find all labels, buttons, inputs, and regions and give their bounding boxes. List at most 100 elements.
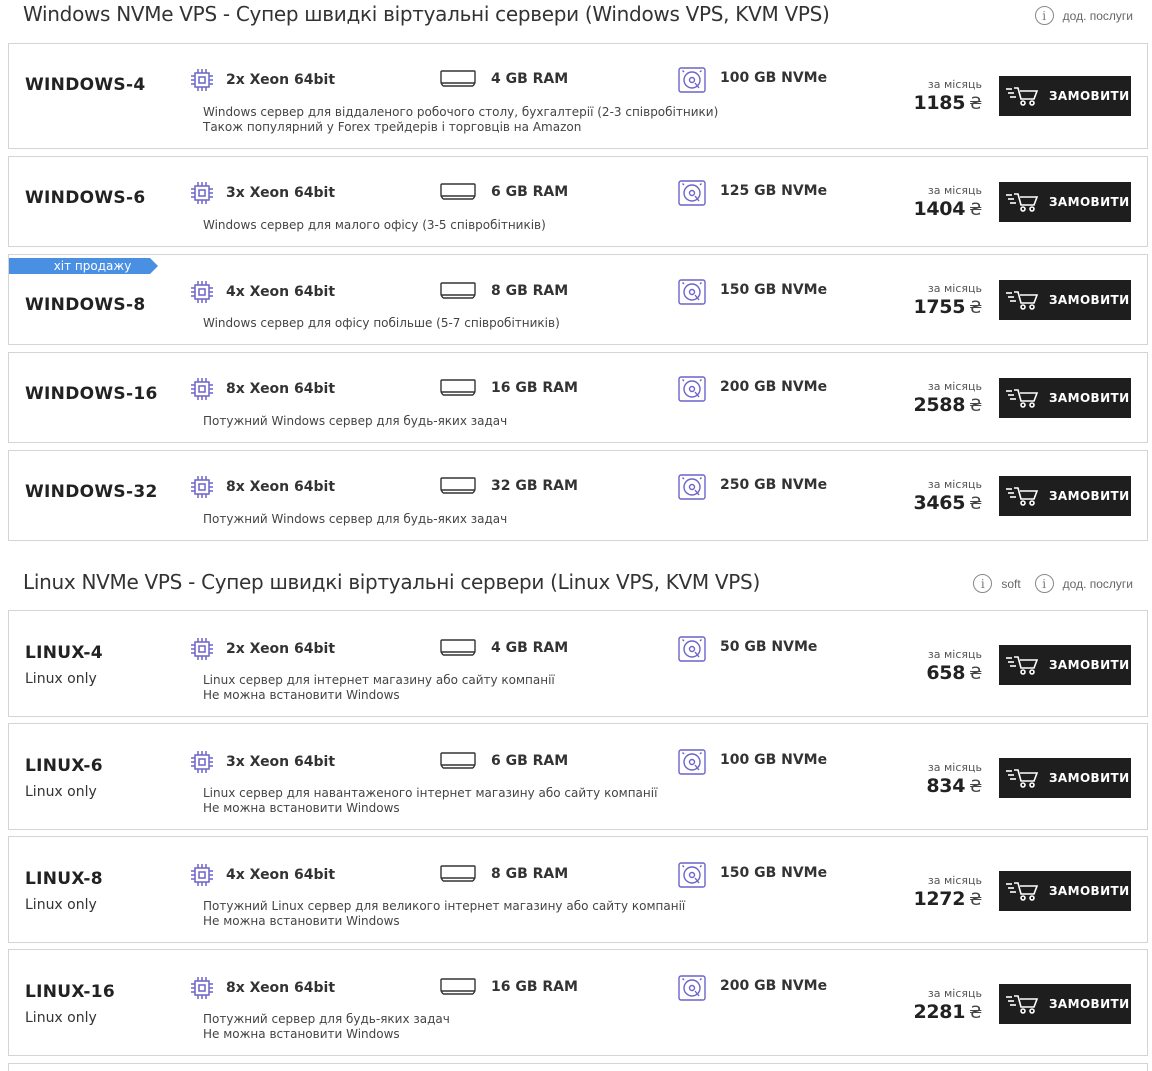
plan-card: LINUX-4 Linux only 2x Xeon 64bit 4 GB RAM 50… — [8, 610, 1148, 717]
disk-spec: 200 GB NVMe — [678, 975, 827, 1001]
cpu-spec: 2x Xeon 64bit — [190, 68, 335, 92]
plan-subtitle: Linux only — [25, 1010, 97, 1026]
addons-link[interactable]: i дод. послуги — [1034, 574, 1133, 593]
order-button[interactable]: ЗАМОВИТИ — [999, 76, 1131, 116]
cpu-spec: 8x Xeon 64bit — [190, 377, 335, 401]
disk-spec: 150 GB NVMe — [678, 279, 827, 305]
disk-icon — [678, 636, 706, 662]
plan-card: WINDOWS-4 2x Xeon 64bit 4 GB RAM 100 GB NVM… — [8, 43, 1148, 149]
cpu-spec: 8x Xeon 64bit — [190, 475, 335, 499]
info-icon: i — [973, 574, 993, 593]
order-button[interactable]: ЗАМОВИТИ — [999, 280, 1131, 320]
plan-description: Потужний Linux сервер для великого інтер… — [203, 899, 686, 928]
currency-symbol: ₴ — [969, 200, 982, 220]
plan-description: Потужний Windows сервер для будь-яких за… — [203, 512, 508, 526]
cpu-spec: 4x Xeon 64bit — [190, 863, 335, 887]
price-block: за місяць 2588 ₴ — [913, 380, 982, 416]
cpu-icon — [190, 280, 214, 304]
plan-name: WINDOWS-8 — [25, 295, 146, 315]
ram-icon — [440, 69, 476, 89]
ram-spec: 4 GB RAM — [440, 638, 568, 658]
cpu-icon — [190, 68, 214, 92]
price: 1185 ₴ — [913, 92, 982, 114]
per-month-label: за місяць — [927, 874, 982, 887]
ram-icon — [440, 378, 476, 398]
plan-name: WINDOWS-4 — [25, 75, 146, 95]
currency-symbol: ₴ — [969, 1003, 982, 1023]
plan-description: Потужний Windows сервер для будь-яких за… — [203, 414, 508, 428]
per-month-label: за місяць — [927, 478, 982, 491]
plan-card: WINDOWS-16 8x Xeon 64bit 16 GB RAM 200 GB N… — [8, 352, 1148, 443]
per-month-label: за місяць — [927, 78, 982, 91]
cpu-icon — [190, 863, 214, 887]
price: 2588 ₴ — [913, 394, 982, 416]
currency-symbol: ₴ — [969, 494, 982, 514]
cpu-spec: 2x Xeon 64bit — [190, 637, 335, 661]
disk-spec: 250 GB NVMe — [678, 474, 827, 500]
disk-icon — [678, 279, 706, 305]
plan-name: LINUX-8 — [25, 869, 103, 889]
cpu-icon — [190, 750, 214, 774]
per-month-label: за місяць — [927, 761, 982, 774]
soft-link[interactable]: i soft — [973, 574, 1021, 593]
disk-icon — [678, 975, 706, 1001]
ram-spec: 8 GB RAM — [440, 864, 568, 884]
price-block: за місяць 2281 ₴ — [913, 987, 982, 1023]
plan-card: LINUX-8 Linux only 4x Xeon 64bit 8 GB RAM 15… — [8, 836, 1148, 943]
price-block: за місяць 658 ₴ — [926, 648, 982, 684]
disk-icon — [678, 67, 706, 93]
cart-icon — [1005, 387, 1039, 409]
currency-symbol: ₴ — [969, 94, 982, 114]
per-month-label: за місяць — [927, 380, 982, 393]
plan-name: WINDOWS-32 — [25, 482, 158, 502]
cart-icon — [1005, 993, 1039, 1015]
plan-subtitle: Linux only — [25, 897, 97, 913]
section-title: Linux NVMe VPS - Супер швидкі віртуальні… — [23, 570, 760, 594]
price-block: за місяць 1755 ₴ — [913, 282, 982, 318]
plan-subtitle: Linux only — [25, 784, 97, 800]
hit-badge: хіт продажу — [9, 258, 158, 274]
info-icon: i — [1034, 574, 1054, 593]
plan-description: Windows сервер для офісу побільше (5-7 с… — [203, 316, 560, 330]
order-button[interactable]: ЗАМОВИТИ — [999, 645, 1131, 685]
price: 1404 ₴ — [913, 198, 982, 220]
ram-icon — [440, 864, 476, 884]
cart-icon — [1005, 485, 1039, 507]
cart-icon — [1005, 767, 1039, 789]
ram-spec: 6 GB RAM — [440, 182, 568, 202]
price-block: за місяць 1185 ₴ — [913, 78, 982, 114]
price: 1755 ₴ — [913, 296, 982, 318]
ram-spec: 32 GB RAM — [440, 476, 578, 496]
order-button[interactable]: ЗАМОВИТИ — [999, 378, 1131, 418]
disk-spec: 50 GB NVMe — [678, 636, 817, 662]
addons-link[interactable]: i дод. послуги — [1034, 6, 1133, 25]
order-button[interactable]: ЗАМОВИТИ — [999, 871, 1131, 911]
order-button[interactable]: ЗАМОВИТИ — [999, 476, 1131, 516]
currency-symbol: ₴ — [969, 890, 982, 910]
price: 1272 ₴ — [913, 888, 982, 910]
plan-name: LINUX-4 — [25, 643, 103, 663]
cpu-spec: 3x Xeon 64bit — [190, 181, 335, 205]
ram-spec: 4 GB RAM — [440, 69, 568, 89]
ram-icon — [440, 476, 476, 496]
cpu-icon — [190, 976, 214, 1000]
plan-name: WINDOWS-16 — [25, 384, 158, 404]
ram-icon — [440, 182, 476, 202]
disk-spec: 100 GB NVMe — [678, 67, 827, 93]
order-button[interactable]: ЗАМОВИТИ — [999, 984, 1131, 1024]
price-block: за місяць 1404 ₴ — [913, 184, 982, 220]
cpu-spec: 3x Xeon 64bit — [190, 750, 335, 774]
disk-icon — [678, 474, 706, 500]
plan-card: WINDOWS-32 8x Xeon 64bit 32 GB RAM 250 GB N… — [8, 450, 1148, 541]
order-button[interactable]: ЗАМОВИТИ — [999, 182, 1131, 222]
price: 834 ₴ — [926, 775, 982, 797]
ram-spec: 6 GB RAM — [440, 751, 568, 771]
ram-icon — [440, 638, 476, 658]
ram-icon — [440, 281, 476, 301]
cpu-icon — [190, 181, 214, 205]
price: 658 ₴ — [926, 662, 982, 684]
currency-symbol: ₴ — [969, 777, 982, 797]
plan-card: WINDOWS-6 3x Xeon 64bit 6 GB RAM 125 GB NVM… — [8, 156, 1148, 247]
cart-icon — [1005, 191, 1039, 213]
order-button[interactable]: ЗАМОВИТИ — [999, 758, 1131, 798]
